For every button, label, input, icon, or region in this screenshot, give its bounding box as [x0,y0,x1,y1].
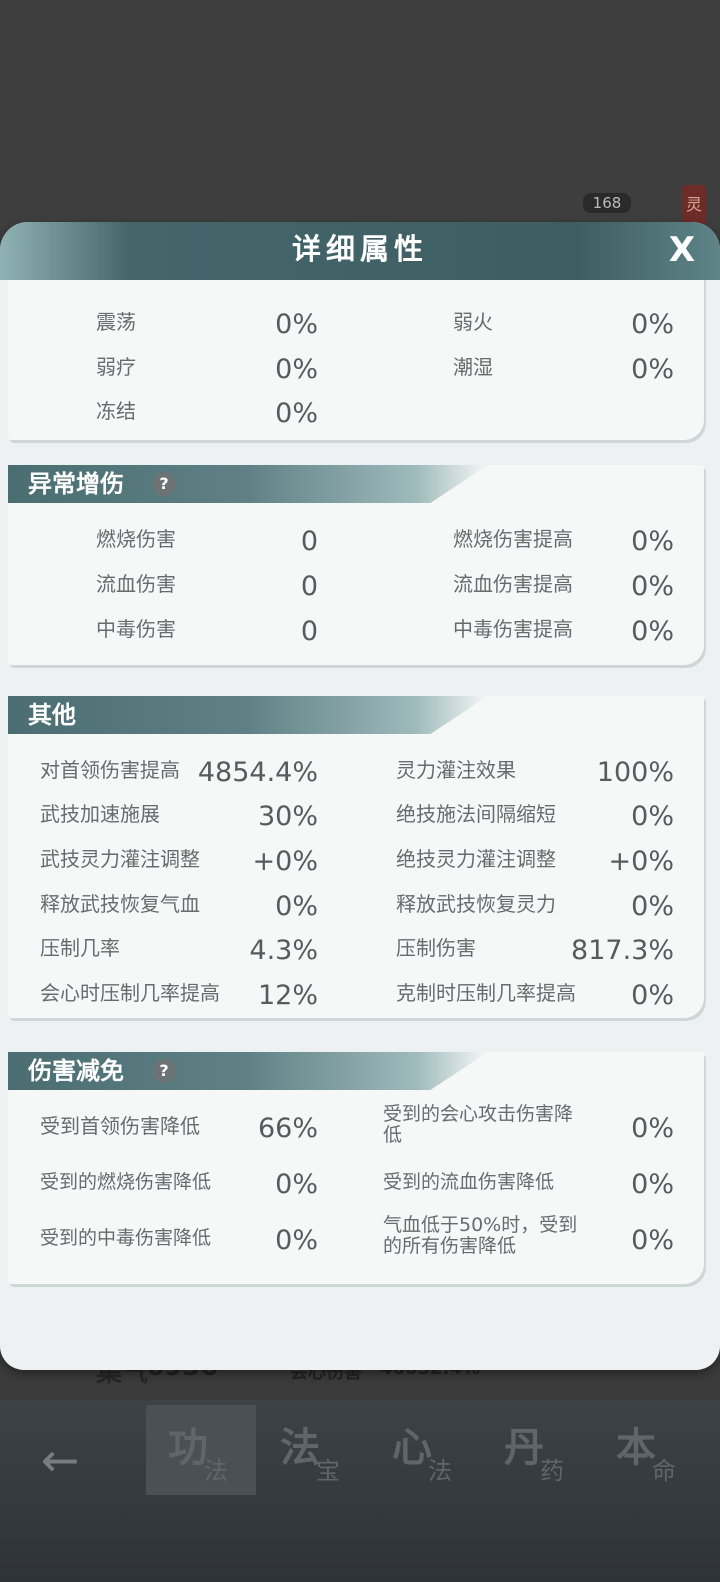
background-seal-tag: 灵 [682,185,706,225]
tab-sublabel: 药 [540,1457,564,1485]
attr-label: 流血伤害提高 [453,572,573,596]
back-arrow-button[interactable]: ← [30,1430,90,1490]
attr-label: 中毒伤害提高 [453,617,573,641]
attr-label: 潮湿 [453,355,493,379]
tab-label: 丹 [504,1425,544,1471]
attr-label: 武技加速施展 [40,802,160,826]
attr-label: 弱火 [453,310,493,334]
attr-value: 0% [275,398,318,429]
tab-label: 法 [280,1425,320,1471]
tab-gongfa[interactable]: 功 法 [146,1405,256,1495]
tab-sublabel: 法 [204,1457,228,1485]
section-title: 其他 [28,701,76,729]
tab-benming[interactable]: 本 命 [594,1405,704,1495]
attr-label: 绝技灵力灌注调整 [396,847,556,871]
attr-label: 燃烧伤害提高 [453,527,573,551]
attr-value: 0% [631,801,674,832]
attr-label: 绝技施法间隔缩短 [396,802,556,826]
help-icon[interactable]: ? [152,1059,176,1083]
attr-label: 释放武技恢复灵力 [396,892,556,916]
attr-value: 66% [257,1113,318,1144]
attr-value: 0% [631,980,674,1011]
tab-sublabel: 命 [652,1457,676,1485]
attr-value: 0% [631,354,674,385]
attr-label: 冻结 [96,399,136,423]
attr-value: 0% [631,571,674,602]
attr-value: 0% [631,1113,674,1144]
section-card-abnormal: 异常增伤 ? 燃烧伤害 0 燃烧伤害提高 0% 流血伤害 0 流血伤害提高 0%… [8,465,704,665]
help-icon[interactable]: ? [152,472,176,496]
attribute-card-elements: 震荡 0% 弱火 0% 弱疗 0% 潮湿 0% 冻结 0% [8,280,704,440]
attr-label: 震荡 [96,310,136,334]
attr-value: 0 [300,526,318,557]
attr-value: 0 [300,571,318,602]
attr-label: 受到的燃烧伤害降低 [40,1171,212,1193]
tab-sublabel: 法 [428,1457,452,1485]
attr-value: 0% [275,1169,318,1200]
attr-value: 4.3% [249,935,318,966]
tab-label: 功 [168,1425,208,1471]
section-header-bar [8,696,488,734]
attr-label: 受到的中毒伤害降低 [40,1227,212,1249]
attr-label: 灵力灌注效果 [396,758,516,782]
attr-value: 0% [275,309,318,340]
tab-label: 本 [616,1425,656,1471]
attr-label: 受到的会心攻击伤害降低 [383,1103,574,1146]
attr-value: 0% [275,1225,318,1256]
attr-value: 0% [631,309,674,340]
attr-value: 100% [596,757,674,788]
background-counter-badge: 168 [583,193,631,213]
attr-value: 0 [300,616,318,647]
attr-value: +0% [608,846,674,877]
attr-value: 4854.4% [197,757,318,788]
section-title: 伤害减免 [28,1057,124,1085]
attr-label: 武技灵力灌注调整 [40,847,200,871]
attr-value: 0% [631,1225,674,1256]
attr-label: 会心时压制几率提高 [40,981,220,1005]
attr-value: 817.3% [571,935,674,966]
tab-xinfa[interactable]: 心 法 [370,1405,480,1495]
attr-label: 燃烧伤害 [96,527,176,551]
attr-value: 0% [631,616,674,647]
attr-label: 弱疗 [96,355,136,379]
attr-label: 压制几率 [40,936,120,960]
attr-label: 释放武技恢复气血 [40,892,200,916]
tab-fabao[interactable]: 法 宝 [258,1405,368,1495]
attr-value: 0% [631,891,674,922]
attr-label: 对首领伤害提高 [40,758,180,782]
attr-label: 受到的流血伤害降低 [383,1171,555,1193]
section-title: 异常增伤 [28,470,124,498]
attr-value: 30% [257,801,318,832]
section-card-reduction: 伤害减免 ? 受到首领伤害降低 66% 受到的会心攻击伤害降低 0% 受到的燃烧… [8,1052,704,1284]
attr-value: 0% [631,1169,674,1200]
attributes-scroll-area[interactable]: 震荡 0% 弱火 0% 弱疗 0% 潮湿 0% 冻结 0% 异常增伤 ? 燃烧伤… [0,280,720,1370]
detail-attributes-modal: 详细属性 X 震荡 0% 弱火 0% 弱疗 0% 潮湿 0% 冻结 0% 异常增… [0,222,720,1370]
section-card-other: 其他 对首领伤害提高 4854.4% 灵力灌注效果 100% 武技加速施展 30… [8,696,704,1018]
tab-danyao[interactable]: 丹 药 [482,1405,592,1495]
attr-label: 受到首领伤害降低 [40,1114,200,1138]
attr-value: 0% [275,891,318,922]
attr-value: 12% [257,980,318,1011]
attr-label: 中毒伤害 [96,617,176,641]
tab-sublabel: 宝 [316,1457,340,1485]
tab-label: 心 [392,1425,432,1471]
close-button[interactable]: X [664,230,700,270]
attr-value: 0% [275,354,318,385]
attr-label: 气血低于50%时，受到的所有伤害降低 [383,1214,578,1257]
attr-label: 压制伤害 [396,936,476,960]
attr-label: 流血伤害 [96,572,176,596]
attr-label: 克制时压制几率提高 [396,981,576,1005]
attr-value: 0% [631,526,674,557]
attr-value: +0% [252,846,318,877]
modal-title: 详细属性 [291,232,428,266]
